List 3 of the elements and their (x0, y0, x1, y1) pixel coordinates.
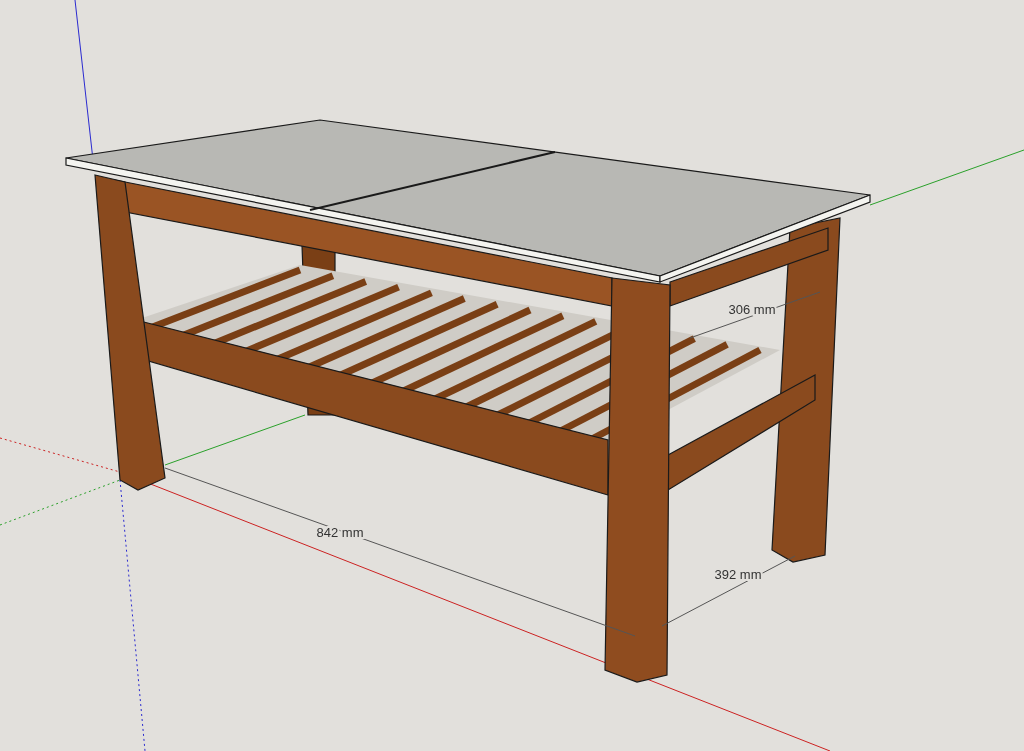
dimension-label: 306 mm (728, 302, 776, 317)
dimension-label: 842 mm (316, 525, 364, 540)
dimension-label: 392 mm (714, 567, 762, 582)
